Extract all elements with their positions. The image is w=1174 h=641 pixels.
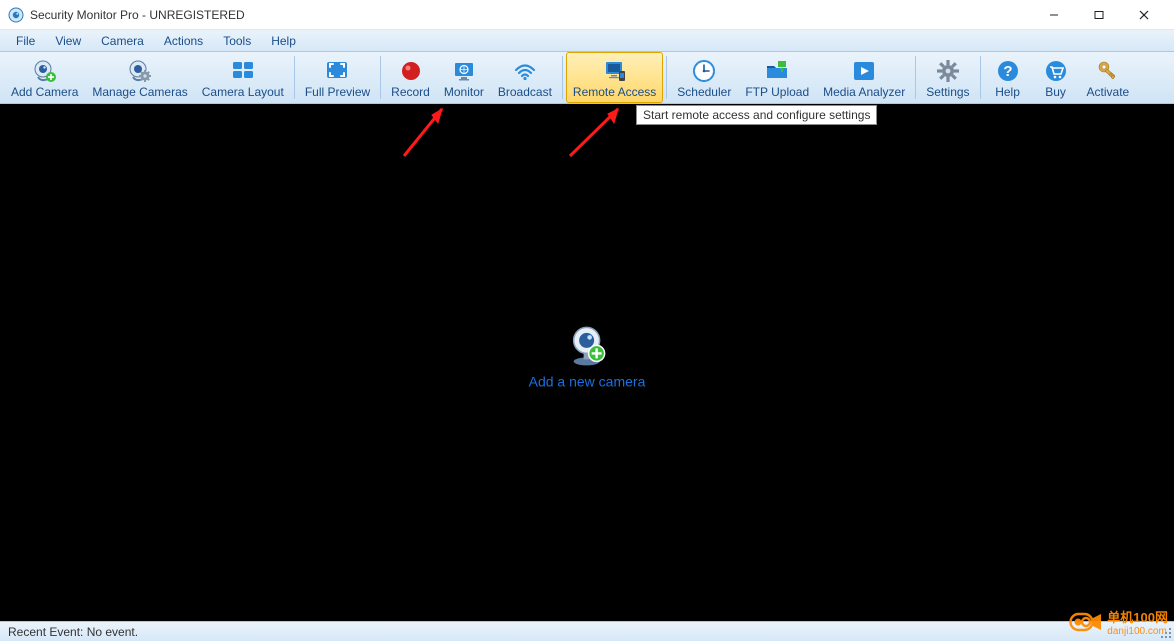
cart-icon [1043,58,1069,84]
minimize-button[interactable] [1031,0,1076,30]
toolbar-separator [380,56,381,99]
broadcast-label: Broadcast [498,85,552,99]
settings-button[interactable]: Settings [919,52,976,103]
media-analyzer-label: Media Analyzer [823,85,905,99]
annotation-arrow-icon [394,101,464,161]
monitor-button[interactable]: Monitor [437,52,491,103]
annotation-arrow-icon [560,101,638,161]
camera-gear-icon [127,58,153,84]
broadcast-button[interactable]: Broadcast [491,52,559,103]
menu-actions[interactable]: Actions [154,32,213,50]
toolbar-separator [562,56,563,99]
manage-cameras-label: Manage Cameras [92,85,187,99]
help-icon: ? [995,58,1021,84]
camera-viewport: Start remote access and configure settin… [0,104,1174,621]
watermark-logo-icon [1069,610,1103,634]
status-bar: Recent Event: No event. [0,621,1174,641]
menu-help[interactable]: Help [261,32,306,50]
add-camera-label: Add Camera [11,85,78,99]
monitor-label: Monitor [444,85,484,99]
activate-label: Activate [1087,85,1130,99]
camera-plus-icon [32,58,58,84]
remote-access-tooltip: Start remote access and configure settin… [636,105,877,125]
close-button[interactable] [1121,0,1166,30]
window-title: Security Monitor Pro - UNREGISTERED [30,8,1031,22]
ftp-upload-label: FTP Upload [745,85,809,99]
key-icon [1095,58,1121,84]
title-bar: Security Monitor Pro - UNREGISTERED [0,0,1174,30]
activate-button[interactable]: Activate [1080,52,1137,103]
remote-access-button[interactable]: Remote Access [566,52,663,103]
help-button[interactable]: ? Help [984,52,1032,103]
menu-file[interactable]: File [6,32,45,50]
manage-cameras-button[interactable]: Manage Cameras [85,52,194,103]
watermark-subtext: danji100.com [1107,626,1168,637]
buy-label: Buy [1045,85,1066,99]
toolbar-separator [980,56,981,99]
buy-button[interactable]: Buy [1032,52,1080,103]
scheduler-label: Scheduler [677,85,731,99]
media-analyzer-button[interactable]: Media Analyzer [816,52,912,103]
camera-layout-button[interactable]: Camera Layout [195,52,291,103]
add-camera-text: Add a new camera [529,373,646,389]
help-label: Help [995,85,1020,99]
monitor-icon [451,58,477,84]
record-button[interactable]: Record [384,52,437,103]
wifi-icon [512,58,538,84]
menu-view[interactable]: View [45,32,91,50]
maximize-button[interactable] [1076,0,1121,30]
toolbar-separator [294,56,295,99]
fullscreen-icon [324,58,350,84]
scheduler-button[interactable]: Scheduler [670,52,738,103]
folder-upload-icon [764,58,790,84]
toolbar: Add Camera Manage Cameras [0,52,1174,104]
clock-icon [691,58,717,84]
remote-access-label: Remote Access [573,85,656,99]
ftp-upload-button[interactable]: FTP Upload [738,52,816,103]
menu-camera[interactable]: Camera [91,32,154,50]
svg-text:?: ? [1003,63,1012,80]
add-camera-button[interactable]: Add Camera [4,52,85,103]
play-icon [851,58,877,84]
grid-icon [230,58,256,84]
toolbar-separator [915,56,916,99]
watermark-text: 单机100网 [1107,607,1168,626]
status-text: Recent Event: No event. [8,625,138,639]
remote-access-icon [602,58,628,84]
full-preview-label: Full Preview [305,85,370,99]
app-icon [8,7,24,23]
camera-plus-icon [565,323,609,367]
menu-tools[interactable]: Tools [213,32,261,50]
add-camera-placeholder[interactable]: Add a new camera [529,323,646,389]
record-icon [398,58,424,84]
gear-icon [935,58,961,84]
record-label: Record [391,85,430,99]
full-preview-button[interactable]: Full Preview [298,52,377,103]
menu-bar: File View Camera Actions Tools Help [0,30,1174,52]
toolbar-separator [666,56,667,99]
settings-label: Settings [926,85,969,99]
camera-layout-label: Camera Layout [202,85,284,99]
watermark: 单机100网 danji100.com [1069,607,1168,637]
